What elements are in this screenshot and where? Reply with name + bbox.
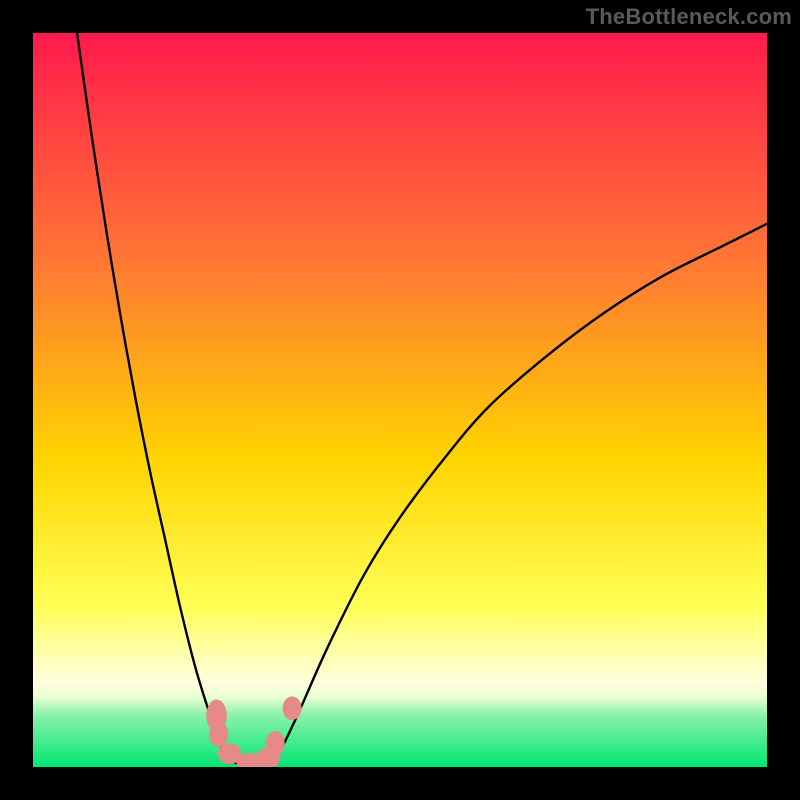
plot-area — [33, 33, 767, 767]
data-marker — [209, 721, 228, 747]
watermark-text: TheBottleneck.com — [586, 4, 792, 30]
data-marker — [266, 731, 285, 756]
chart-frame: TheBottleneck.com — [0, 0, 800, 800]
chart-svg — [33, 33, 767, 767]
data-marker — [283, 697, 302, 720]
gradient-background — [33, 33, 767, 767]
